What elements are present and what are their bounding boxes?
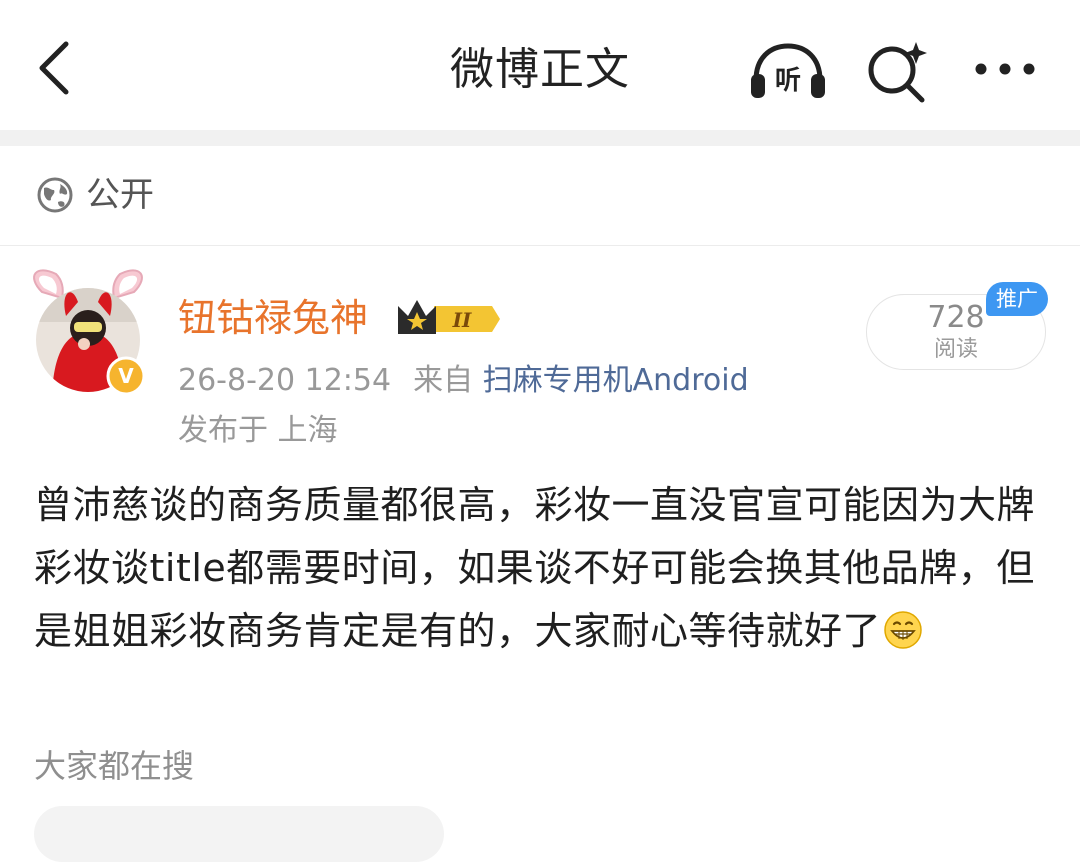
section-divider <box>0 130 1080 146</box>
listen-button[interactable]: 听 <box>748 40 828 102</box>
post-meta: 26-8-20 12:54 来自 扫麻专用机Android <box>178 360 749 402</box>
post-timestamp: 26-8-20 12:54 <box>178 363 392 398</box>
visibility-label: 公开 <box>86 175 154 215</box>
promo-tag: 推广 <box>986 282 1048 316</box>
read-label: 阅读 <box>933 337 978 362</box>
grin-emoji-icon <box>884 611 922 649</box>
globe-icon <box>37 177 73 213</box>
rank-badge-label: II <box>452 308 472 332</box>
trending-search-title: 大家都在搜 <box>34 747 195 785</box>
source-prefix: 来自 <box>413 363 474 398</box>
more-button[interactable] <box>970 46 1040 92</box>
more-dots-icon <box>975 63 1035 75</box>
post-body: 曾沛慈谈的商务质量都很高，彩妆一直没官宣可能因为大牌彩妆谈title都需要时间，… <box>34 474 1050 663</box>
author-name[interactable]: 钮钴禄兔神 <box>178 292 368 344</box>
rank-badge[interactable]: II <box>394 296 500 342</box>
avatar: V <box>33 269 146 396</box>
verified-badge-label: V <box>118 364 134 388</box>
listen-label: 听 <box>775 66 801 96</box>
author-avatar[interactable]: V <box>22 262 154 402</box>
top-nav-bar: 微博正文 听 <box>0 0 1080 130</box>
trending-search-chip[interactable] <box>34 806 444 862</box>
post-location: 发布于 上海 <box>178 413 338 448</box>
source-link[interactable]: 扫麻专用机Android <box>483 363 749 398</box>
visibility-row: 公开 <box>0 146 1080 246</box>
sparkle-search-icon <box>868 42 927 103</box>
headphones-icon: 听 <box>751 43 825 98</box>
search-button[interactable] <box>864 38 930 104</box>
